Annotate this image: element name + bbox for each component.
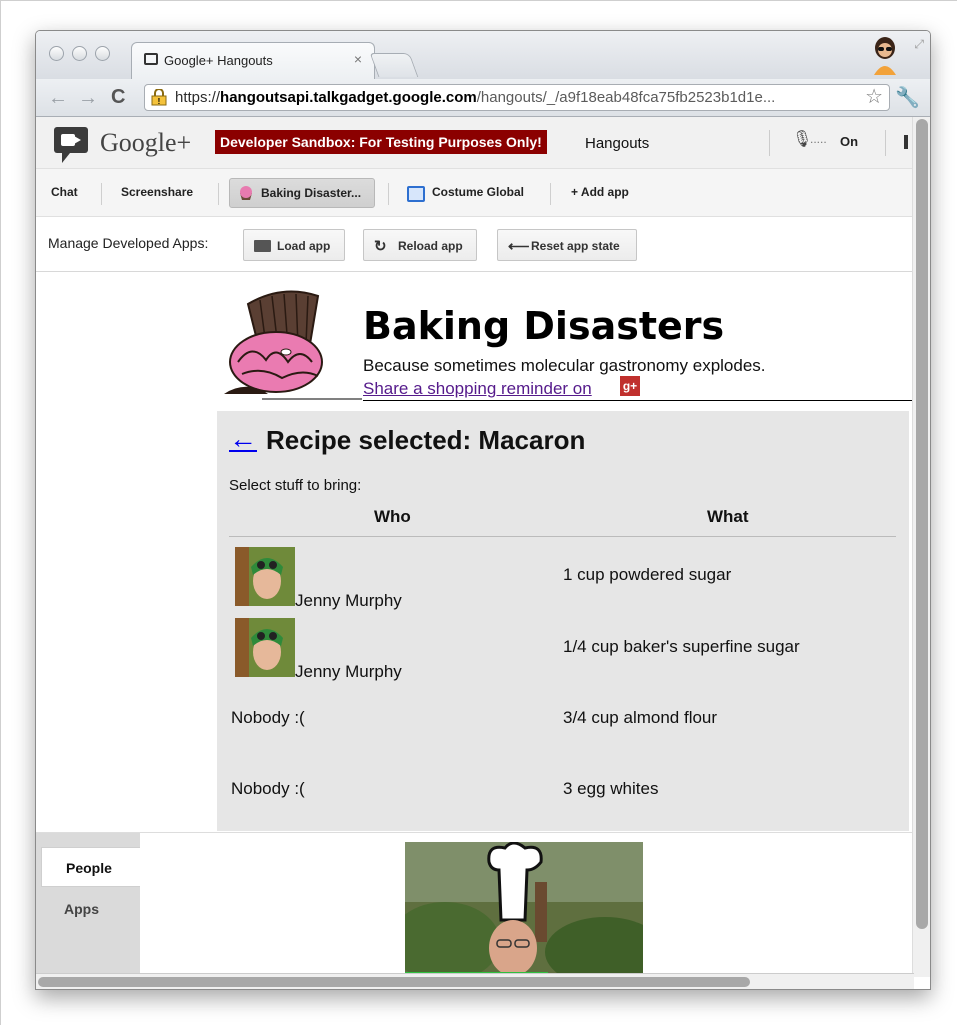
tab-people-label: People	[66, 860, 112, 876]
sandbox-banner: Developer Sandbox: For Testing Purposes …	[215, 130, 547, 154]
manage-apps-bar: Manage Developed Apps: Load app ↻ Reload…	[36, 217, 913, 272]
horizontal-scroll-thumb[interactable]	[38, 977, 750, 987]
app-baking-label: Baking Disaster...	[261, 186, 362, 200]
app-tagline: Because sometimes molecular gastronomy e…	[363, 356, 766, 375]
reload-app-label: Reload app	[398, 239, 463, 253]
reload-button[interactable]: C	[111, 86, 125, 109]
folder-icon	[254, 240, 271, 252]
share-reminder-link[interactable]: Share a shopping reminder on	[363, 379, 592, 399]
browser-window: Google+ Hangouts × ⤢ ← → C ! https://han…	[35, 30, 931, 990]
wrench-menu-icon[interactable]: 🔧	[895, 85, 920, 110]
divider	[388, 183, 389, 205]
vertical-scroll-thumb[interactable]	[916, 119, 928, 929]
url-path: /hangouts/_/a9f18eab48fca75fb2523b1d1e..…	[476, 89, 776, 106]
url-scheme: https://	[175, 89, 221, 106]
page-content: Google+ Developer Sandbox: For Testing P…	[36, 117, 913, 977]
minimize-window-button[interactable]	[72, 46, 87, 61]
back-button[interactable]: ←	[48, 87, 68, 110]
title-bar: Google+ Hangouts × ⤢	[36, 31, 930, 79]
reset-app-state-button[interactable]: ⟵ Reset app state	[497, 229, 637, 261]
url-host: hangoutsapi.talkgadget.google.com	[220, 89, 477, 106]
fullscreen-icon[interactable]: ⤢	[914, 37, 924, 52]
google-plus-icon[interactable]: g+	[620, 376, 640, 396]
tab-close-icon[interactable]: ×	[354, 51, 362, 67]
recipe-title: Recipe selected: Macaron	[266, 425, 586, 455]
jenny-murphy-avatar	[235, 618, 295, 677]
divider	[101, 183, 102, 205]
app-chat[interactable]: Chat	[51, 185, 78, 199]
hangouts-logo-icon	[54, 127, 88, 163]
vertical-scrollbar[interactable]	[912, 117, 930, 977]
back-arrow-link[interactable]: ←	[229, 423, 257, 455]
table-header-rule	[229, 536, 896, 537]
horizontal-scrollbar[interactable]	[36, 973, 914, 989]
app-screenshare[interactable]: Screenshare	[121, 185, 193, 199]
tab-people[interactable]: People	[41, 847, 140, 887]
reset-arrow-icon: ⟵	[508, 238, 530, 255]
column-header-who: Who	[374, 507, 411, 526]
divider	[769, 130, 770, 156]
add-app-button[interactable]: + Add app	[571, 185, 629, 199]
reset-app-label: Reset app state	[531, 239, 620, 253]
bookmark-star-icon[interactable]: ☆	[865, 85, 883, 110]
url-text: https://hangoutsapi.talkgadget.google.co…	[175, 85, 775, 110]
row-1-what[interactable]: 1 cup powdered sugar	[563, 565, 731, 585]
reload-icon: ↻	[374, 238, 387, 255]
header-divider	[363, 400, 913, 401]
app-title: Baking Disasters	[363, 304, 725, 348]
forward-button[interactable]: →	[78, 87, 98, 110]
app-costume-global[interactable]: Costume Global	[432, 185, 524, 199]
jenny-murphy-avatar	[235, 547, 295, 606]
divider	[550, 183, 551, 205]
new-tab-button[interactable]	[369, 53, 419, 77]
hangouts-title: Hangouts	[585, 135, 650, 152]
close-window-button[interactable]	[49, 46, 64, 61]
mic-status[interactable]: On	[840, 134, 858, 149]
tab-apps[interactable]: Apps	[64, 901, 99, 917]
hangouts-top-bar: Google+ Developer Sandbox: For Testing P…	[36, 117, 913, 169]
manage-apps-label: Manage Developed Apps:	[48, 235, 209, 251]
exploded-cupcake-logo	[224, 290, 362, 400]
row-2-what[interactable]: 1/4 cup baker's superfine sugar	[563, 637, 800, 657]
browser-toolbar: ← → C ! https://hangoutsapi.talkgadget.g…	[36, 79, 930, 117]
tab-title: Google+ Hangouts	[164, 53, 273, 68]
app-bar: Chat Screenshare Baking Disaster... Cost…	[36, 169, 913, 217]
address-bar[interactable]: ! https://hangoutsapi.talkgadget.google.…	[144, 84, 890, 111]
mic-level: .....	[810, 132, 827, 146]
column-header-what: What	[707, 507, 749, 526]
cupcake-icon	[240, 186, 252, 200]
participant-video[interactable]	[405, 842, 643, 975]
hangout-participants-strip: People Apps	[36, 832, 913, 977]
select-stuff-label: Select stuff to bring:	[229, 477, 362, 494]
recipe-panel: ← Recipe selected: Macaron Select stuff …	[217, 411, 909, 831]
row-1-who: Jenny Murphy	[295, 591, 402, 610]
load-app-label: Load app	[277, 239, 331, 253]
row-2-who: Jenny Murphy	[295, 662, 402, 681]
row-4-what[interactable]: 3 egg whites	[563, 779, 658, 799]
load-app-button[interactable]: Load app	[243, 229, 345, 261]
divider	[885, 130, 886, 156]
profile-avatar-icon[interactable]	[868, 35, 902, 75]
browser-tab[interactable]: Google+ Hangouts ×	[131, 42, 375, 79]
reload-app-button[interactable]: ↻ Reload app	[363, 229, 477, 261]
side-tabs: People Apps	[36, 833, 140, 977]
baking-disasters-app: Baking Disasters Because sometimes molec…	[36, 272, 913, 832]
row-3-who: Nobody :(	[231, 708, 305, 727]
divider	[218, 183, 219, 205]
row-3-what[interactable]: 3/4 cup almond flour	[563, 708, 717, 728]
hangouts-favicon-icon	[144, 53, 158, 65]
google-plus-logo[interactable]: Google+	[100, 128, 191, 158]
ssl-warning-icon: !	[151, 89, 167, 106]
zoom-window-button[interactable]	[95, 46, 110, 61]
camera-icon[interactable]	[904, 135, 908, 149]
row-4-who: Nobody :(	[231, 779, 305, 798]
costume-global-icon	[407, 186, 425, 202]
svg-text:!: !	[158, 97, 161, 106]
app-baking-disasters[interactable]: Baking Disaster...	[229, 178, 375, 208]
